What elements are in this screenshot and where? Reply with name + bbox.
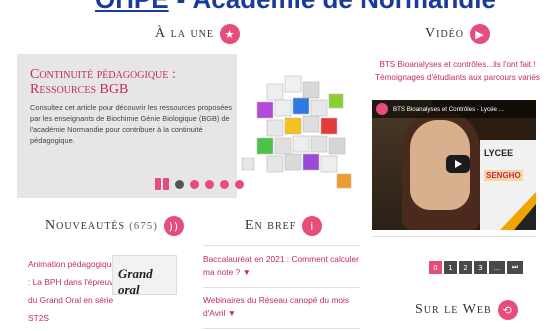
nouveautes-count: (675) xyxy=(129,220,158,232)
school-name: SENGHO xyxy=(484,170,523,181)
en-bref-title: En bref xyxy=(245,218,297,233)
header-link[interactable]: ОПРЕ xyxy=(95,0,169,12)
nouveaute-link[interactable]: Animation pédagogique : La BPH dans l'ép… xyxy=(28,255,120,327)
page-1[interactable]: 1 xyxy=(444,261,457,274)
thumbnail-text: Grand oral xyxy=(118,266,153,297)
nouveautes-heading: Nouveautés (675) )) xyxy=(45,216,184,236)
info-icon[interactable]: i xyxy=(302,216,323,236)
featured-article-text: Consultez cet article pour découvrir les… xyxy=(30,103,233,145)
video-title-bar: BTS Bioanalyses et Contrôles - Lycée ... xyxy=(372,100,536,118)
carousel-dot[interactable] xyxy=(205,179,214,189)
video-camera-icon[interactable]: ▶ xyxy=(470,24,490,44)
featured-article-title[interactable]: Continuité pédagogique : Ressources BGB xyxy=(30,67,230,97)
rss-icon[interactable]: )) xyxy=(163,216,184,236)
cubes-image xyxy=(237,54,360,198)
carousel-dots xyxy=(155,178,250,190)
play-icon xyxy=(454,160,462,168)
header-title: - Académie de Normandie xyxy=(177,0,496,12)
star-icon[interactable]: ★ xyxy=(220,24,240,44)
video-pagination: 0 1 2 3 ... ⏭ xyxy=(429,261,525,274)
link-icon[interactable]: ⟲ xyxy=(497,300,518,320)
nouveautes-title: Nouveautés xyxy=(45,218,126,233)
en-bref-heading: En bref i xyxy=(245,216,323,236)
bref-item[interactable]: Baccalauréat en 2021 : Comment calculer … xyxy=(203,245,360,288)
page-header: ОПРЕ - Académie de Normandie xyxy=(0,0,560,12)
carousel-bar[interactable] xyxy=(155,178,161,190)
bref-item[interactable]: Webinaires du Réseau canopé du mois d'Av… xyxy=(203,288,360,329)
carousel-dot[interactable] xyxy=(235,179,244,189)
carousel-dot-active[interactable] xyxy=(175,179,184,189)
channel-logo-icon xyxy=(376,103,388,115)
last-page-icon[interactable]: ⏭ xyxy=(507,261,523,274)
video-headline[interactable]: BTS Bioanalyses et contrôles...ils l'ont… xyxy=(375,58,540,84)
video-player[interactable]: LYCEE SENGHO BTS Bioanalyses et Contrôle… xyxy=(372,100,536,230)
grand-oral-thumbnail[interactable]: Grand oral xyxy=(112,255,177,297)
play-button[interactable] xyxy=(446,155,470,173)
page-ellipsis[interactable]: ... xyxy=(489,261,505,274)
carousel-bar[interactable] xyxy=(163,178,169,190)
sur-le-web-title: Sur le Web xyxy=(415,302,492,317)
sur-le-web-heading: Sur le Web ⟲ xyxy=(415,300,518,320)
school-label: LYCEE xyxy=(484,148,514,158)
carousel-dot[interactable] xyxy=(220,179,229,189)
page-2[interactable]: 2 xyxy=(459,261,472,274)
featured-article-card[interactable]: Continuité pédagogique : Ressources BGB … xyxy=(17,54,360,198)
video-title: Vidéo xyxy=(425,26,464,41)
video-caption: BTS Bioanalyses et Contrôles - Lycée ... xyxy=(393,105,504,113)
carousel-dot[interactable] xyxy=(190,179,199,189)
video-school-panel: LYCEE SENGHO xyxy=(480,140,536,230)
divider xyxy=(372,236,536,237)
page-0[interactable]: 0 xyxy=(429,261,442,274)
en-bref-list: Baccalauréat en 2021 : Comment calculer … xyxy=(203,245,360,329)
video-heading: Vidéo ▶ xyxy=(425,24,490,44)
page-3[interactable]: 3 xyxy=(474,261,487,274)
a-la-une-title: À la une xyxy=(155,26,214,41)
a-la-une-heading: À la une ★ xyxy=(155,24,240,44)
